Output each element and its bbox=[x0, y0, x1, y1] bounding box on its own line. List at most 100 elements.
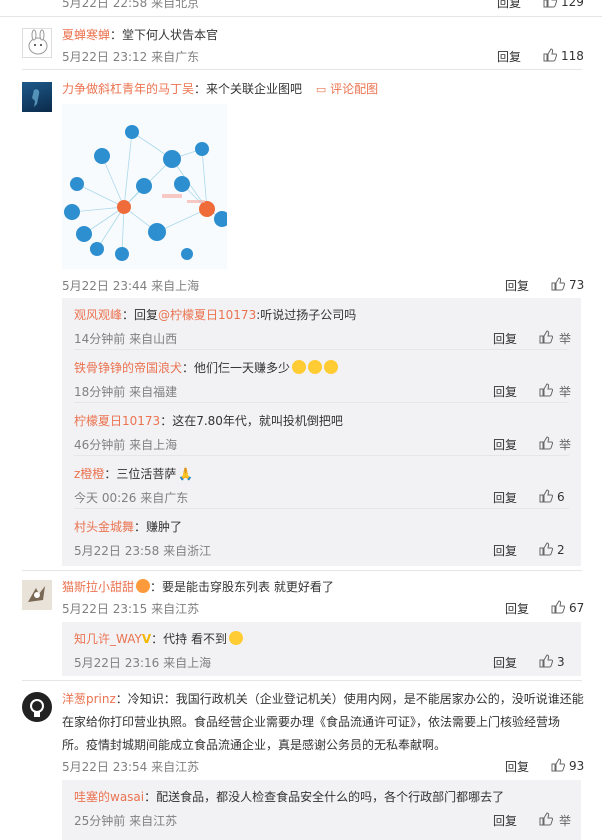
thumb-up-icon bbox=[551, 758, 565, 772]
divider bbox=[74, 508, 569, 509]
reply-button[interactable]: 回复 bbox=[493, 812, 517, 829]
divider bbox=[74, 402, 569, 403]
reply-list: 观风观峰：回复@柠檬夏日10173:听说过扬子公司吗 14分钟前 来自山西 回复… bbox=[62, 298, 581, 566]
reply-button[interactable]: 回复 bbox=[493, 383, 517, 400]
thumb-up-icon bbox=[551, 600, 565, 614]
comment-text: ：要是能击穿股东列表 就更好看了 bbox=[150, 580, 334, 594]
reply-body: 村头金城舞：赚肿了 bbox=[74, 518, 182, 535]
reply-button[interactable]: 回复 bbox=[505, 600, 529, 617]
like-count: 73 bbox=[569, 278, 585, 292]
comment-time: 5月22日 22:58 来自北京 bbox=[62, 0, 200, 10]
like-button[interactable]: 3 bbox=[539, 654, 565, 669]
reply-list: 知几许_WAYV：代持 看不到 5月22日 23:16 来自上海 回复 3 bbox=[62, 622, 581, 676]
reply-time: 46分钟前 来自上海 bbox=[74, 438, 178, 452]
like-button[interactable]: 129 bbox=[543, 0, 584, 9]
comment-image[interactable] bbox=[62, 104, 230, 269]
reply-text: ：他们仨一天赚多少 bbox=[182, 361, 291, 375]
reply-button[interactable]: 回复 bbox=[493, 436, 517, 453]
like-button[interactable]: 6 bbox=[539, 489, 565, 504]
like-button[interactable] bbox=[539, 436, 557, 451]
comment-time: 5月22日 23:15 来自江苏 bbox=[62, 602, 200, 616]
reply-button[interactable]: 回复 bbox=[493, 330, 517, 347]
image-icon: ▭ bbox=[315, 83, 327, 96]
username[interactable]: 观风观峰 bbox=[74, 308, 122, 322]
reply-text-2: :听说过扬子公司吗 bbox=[256, 308, 357, 322]
comment-body: 夏蝉寒蝉：堂下何人状告本官 bbox=[62, 26, 218, 43]
like-count: 129 bbox=[561, 0, 584, 9]
username[interactable]: 知几许_WAY bbox=[74, 632, 142, 646]
like-button[interactable]: 67 bbox=[551, 600, 584, 615]
reply-button[interactable]: 回复 bbox=[497, 0, 521, 11]
username[interactable]: 铁骨铮铮的帝国浪犬 bbox=[74, 361, 182, 375]
like-count: 2 bbox=[557, 543, 565, 557]
username[interactable]: 哇塞的wasai bbox=[74, 790, 144, 804]
like-button[interactable]: 93 bbox=[551, 758, 584, 773]
reply-time: 今天 00:26 来自广东 bbox=[74, 491, 189, 505]
reply-body: 哇塞的wasai：配送食品，都没人检查食品安全什么的吗，各个行政部门都哪去了 bbox=[74, 788, 504, 805]
like-count: 93 bbox=[569, 759, 585, 773]
reply-button[interactable]: 回复 bbox=[505, 277, 529, 294]
reply-body: 观风观峰：回复@柠檬夏日10173:听说过扬子公司吗 bbox=[74, 306, 356, 323]
divider bbox=[74, 455, 569, 456]
reply-text: ：代持 看不到 bbox=[151, 632, 227, 646]
comment-text-line-3: 所。疫情封城期间能成立食品流通企业，真是感谢公务员的无私奉献啊。 bbox=[62, 738, 447, 752]
thumb-up-icon bbox=[539, 330, 553, 344]
like-button[interactable] bbox=[539, 812, 557, 827]
username[interactable]: 村头金城舞 bbox=[74, 520, 134, 534]
comment-text-line-2: 在家给你打印营业执照。食品经营企业需要办理《食品流通许可证》，依法需要上门核验经… bbox=[62, 715, 561, 729]
username[interactable]: 柠檬夏日10173 bbox=[74, 414, 160, 428]
avatar[interactable] bbox=[22, 692, 52, 722]
thumb-up-icon bbox=[551, 277, 565, 291]
shocked-emoji-icon bbox=[228, 631, 243, 645]
reply-body: z橙橙：三位活菩萨 🙏 bbox=[74, 465, 193, 482]
report-button[interactable]: 举 bbox=[559, 436, 571, 453]
username[interactable]: 洋葱prinz bbox=[62, 692, 116, 706]
report-button[interactable]: 举 bbox=[559, 812, 571, 829]
reply-button[interactable]: 回复 bbox=[493, 489, 517, 506]
thumb-up-icon bbox=[539, 489, 553, 503]
reply-time: 5月22日 23:58 来自浙江 bbox=[74, 544, 212, 558]
username[interactable]: 夏蝉寒蝉 bbox=[62, 28, 110, 42]
divider bbox=[22, 69, 582, 70]
like-count: 118 bbox=[561, 49, 584, 63]
comment-text: ：冷知识：我国行政机关（企业登记机关）使用内网，是不能居家办公的，没听说谁还能 bbox=[115, 692, 584, 706]
avatar[interactable] bbox=[22, 82, 52, 112]
comment-time: 5月22日 23:54 来自江苏 bbox=[62, 760, 200, 774]
report-button[interactable]: 举 bbox=[559, 383, 571, 400]
like-button[interactable]: 73 bbox=[551, 277, 584, 292]
reply-button[interactable]: 回复 bbox=[505, 758, 529, 775]
reply-body: 柠檬夏日10173：这在7.80年代，就叫投机倒把吧 bbox=[74, 412, 343, 429]
username[interactable]: z橙橙 bbox=[74, 467, 104, 481]
report-button[interactable]: 举 bbox=[559, 330, 571, 347]
reply-text: ：赚肿了 bbox=[134, 520, 183, 534]
like-button[interactable]: 118 bbox=[543, 48, 584, 63]
smiling-emoji-icon bbox=[136, 579, 151, 593]
divider bbox=[0, 16, 602, 17]
praying-hands-emoji-icon: 🙏 bbox=[178, 467, 194, 481]
thumb-up-icon bbox=[539, 654, 553, 668]
reply-button[interactable]: 回复 bbox=[497, 48, 521, 65]
reply-text: ：这在7.80年代，就叫投机倒把吧 bbox=[160, 414, 343, 428]
like-count: 3 bbox=[557, 655, 565, 669]
like-button[interactable] bbox=[539, 383, 557, 398]
reply-button[interactable]: 回复 bbox=[493, 542, 517, 559]
reply-time: 18分钟前 来自福建 bbox=[74, 385, 178, 399]
like-button[interactable] bbox=[539, 330, 557, 345]
comment-text: ：堂下何人状告本官 bbox=[110, 28, 219, 42]
mention-link[interactable]: @柠檬夏日10173 bbox=[158, 308, 256, 322]
username[interactable]: 猫斯拉小甜甜 bbox=[62, 580, 134, 594]
heart-eyes-emoji-icon bbox=[308, 360, 323, 374]
like-button[interactable]: 2 bbox=[539, 542, 565, 557]
avatar[interactable] bbox=[22, 580, 52, 610]
heart-eyes-emoji-icon bbox=[292, 360, 307, 374]
reply-text: ：回复 bbox=[122, 308, 159, 322]
thumb-up-icon bbox=[539, 383, 553, 397]
avatar[interactable] bbox=[22, 28, 52, 58]
username[interactable]: 力争做斜杠青年的马丁吴 bbox=[62, 82, 194, 96]
reply-text: ：三位活菩萨 bbox=[104, 467, 177, 481]
divider bbox=[74, 349, 569, 350]
view-image-link[interactable]: ▭ 评论配图 bbox=[316, 82, 378, 96]
comment-body: 力争做斜杠青年的马丁吴：来个关联企业图吧 ▭ 评论配图 bbox=[62, 80, 378, 97]
comment-time: 5月22日 23:12 来自广东 bbox=[62, 50, 200, 64]
reply-button[interactable]: 回复 bbox=[493, 654, 517, 671]
